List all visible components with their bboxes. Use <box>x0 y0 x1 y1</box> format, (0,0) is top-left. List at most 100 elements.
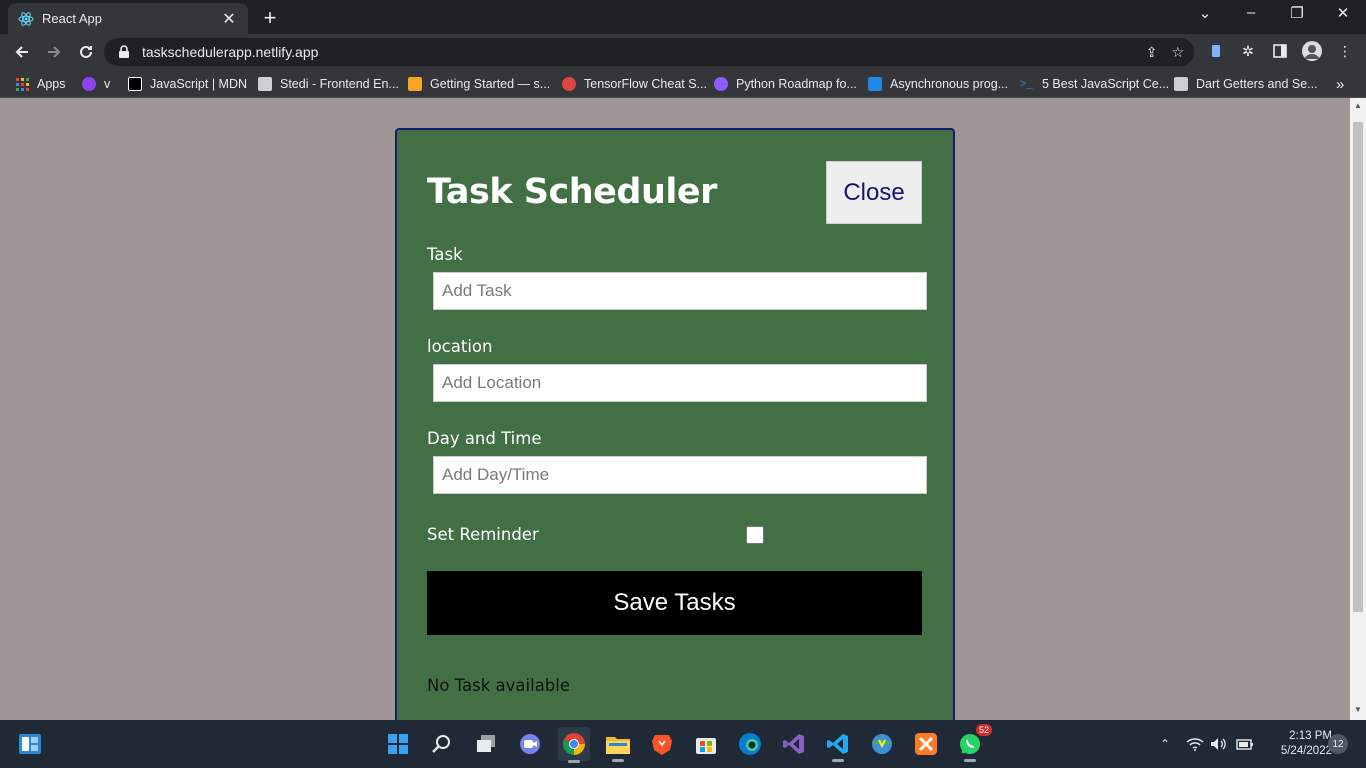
minimize-icon[interactable]: – <box>1236 4 1266 21</box>
teams-chat-icon[interactable] <box>516 730 544 758</box>
bookmark-label: Asynchronous prog... <box>890 77 1009 91</box>
scroll-thumb[interactable] <box>1353 122 1363 612</box>
tab-search-icon[interactable]: ⌄ <box>1190 4 1220 22</box>
bookmark-label: Dart Getters and Se... <box>1196 77 1318 91</box>
task-form-container: Task Scheduler Close Task Add Task locat… <box>395 128 955 720</box>
close-tab-icon[interactable]: ✕ <box>220 9 238 29</box>
xampp-icon[interactable] <box>912 730 940 758</box>
reload-icon[interactable] <box>74 40 98 64</box>
notification-count-badge[interactable]: 12 <box>1328 734 1348 754</box>
show-hidden-icons[interactable]: ⌃ <box>1160 720 1170 768</box>
address-bar[interactable]: taskschedulerapp.netlify.app ⇪ ☆ <box>104 38 1194 66</box>
more-bookmarks-icon[interactable]: » <box>1336 76 1344 93</box>
bookmark-favicon-icon <box>714 77 728 91</box>
window-close-icon[interactable]: ✕ <box>1328 4 1358 22</box>
brave-icon[interactable] <box>648 730 676 758</box>
task-input[interactable]: Add Task <box>433 272 927 310</box>
bookmark-label: Python Roadmap fo... <box>736 77 857 91</box>
pen-icon <box>258 77 272 91</box>
bookmark-async[interactable]: Asynchronous prog... <box>868 76 1008 92</box>
close-button[interactable]: Close <box>826 161 922 224</box>
new-tab-icon[interactable]: + <box>258 5 282 31</box>
task-view-icon[interactable] <box>472 730 500 758</box>
tab-react-app[interactable]: React App ✕ <box>8 3 248 34</box>
file-explorer-icon[interactable] <box>604 730 632 762</box>
forward-icon[interactable] <box>42 40 66 64</box>
page-scrollbar[interactable]: ▲ ▼ <box>1350 98 1366 720</box>
bookmark-js-certs[interactable]: >_ 5 Best JavaScript Ce... <box>1020 76 1169 92</box>
task-label: Task <box>427 245 463 264</box>
whatsapp-icon[interactable]: 52 <box>956 724 992 762</box>
bookmark-v[interactable]: v <box>82 76 110 92</box>
tab-title: React App <box>42 11 102 26</box>
browser-tab-strip: React App ✕ + ⌄ – ❐ ✕ <box>0 0 1366 34</box>
bookmarks-bar: Apps v JavaScript | MDN Stedi - Frontend… <box>0 70 1366 98</box>
lock-icon <box>118 45 132 59</box>
search-icon[interactable] <box>428 730 456 758</box>
bookmark-favicon-icon <box>1174 77 1188 91</box>
battery-icon[interactable] <box>1236 720 1254 768</box>
bookmark-apps[interactable]: Apps <box>16 76 66 92</box>
page-title: Task Scheduler <box>427 172 717 212</box>
edge-icon[interactable] <box>736 730 764 758</box>
bookmark-label: v <box>104 77 111 91</box>
browser-toolbar: taskschedulerapp.netlify.app ⇪ ☆ ✲ ⋮ <box>0 34 1366 70</box>
running-indicator <box>612 759 624 762</box>
scroll-up-icon[interactable]: ▲ <box>1353 102 1363 110</box>
url-text: taskschedulerapp.netlify.app <box>142 44 319 60</box>
bookmark-python-roadmap[interactable]: Python Roadmap fo... <box>714 76 857 92</box>
empty-tasks-message: No Task available <box>427 676 571 695</box>
whatsapp-unread-badge: 52 <box>975 724 992 736</box>
page-viewport: Task Scheduler Close Task Add Task locat… <box>0 98 1350 720</box>
day-time-input[interactable]: Add Day/Time <box>433 456 927 494</box>
bookmark-label: Apps <box>37 77 66 91</box>
active-indicator <box>568 760 580 763</box>
bookmark-favicon-icon <box>408 77 422 91</box>
chrome-icon[interactable] <box>558 727 590 763</box>
widgets-icon[interactable] <box>16 730 44 758</box>
bookmark-label: TensorFlow Cheat S... <box>584 77 707 91</box>
bookmark-label: Stedi - Frontend En... <box>280 77 399 91</box>
bookmark-favicon-icon <box>868 77 882 91</box>
back-icon[interactable] <box>10 40 34 64</box>
apps-grid-icon <box>16 77 29 91</box>
bookmark-label: JavaScript | MDN <box>150 77 248 91</box>
location-input[interactable]: Add Location <box>433 364 927 402</box>
visual-studio-icon[interactable] <box>780 730 808 758</box>
clock-time: 2:13 PM <box>1289 730 1332 742</box>
system-clock[interactable]: 2:13 PM 5/24/2022 <box>1262 729 1332 759</box>
volume-icon[interactable] <box>1210 720 1228 768</box>
day-time-label: Day and Time <box>427 429 542 448</box>
running-indicator <box>832 759 844 762</box>
extensions-puzzle-icon[interactable]: ✲ <box>1237 40 1259 62</box>
wifi-icon[interactable] <box>1186 720 1204 768</box>
share-icon[interactable]: ⇪ <box>1146 44 1158 61</box>
reminder-label: Set Reminder <box>427 525 539 544</box>
internet-download-manager-icon[interactable] <box>868 730 896 758</box>
bookmark-label: Getting Started — s... <box>430 77 551 91</box>
bookmark-dart[interactable]: Dart Getters and Se... <box>1174 76 1318 92</box>
side-panel-icon[interactable] <box>1269 40 1291 62</box>
vscode-icon[interactable] <box>824 730 852 762</box>
bookmark-stedi[interactable]: Stedi - Frontend En... <box>258 76 399 92</box>
bookmark-star-icon[interactable]: ☆ <box>1171 44 1184 61</box>
start-windows-icon[interactable] <box>384 730 412 758</box>
scroll-down-icon[interactable]: ▼ <box>1353 706 1363 714</box>
bookmark-getting-started[interactable]: Getting Started — s... <box>408 76 550 92</box>
bookmark-label: 5 Best JavaScript Ce... <box>1042 77 1170 91</box>
restore-icon[interactable]: ❐ <box>1282 4 1312 22</box>
microsoft-store-icon[interactable] <box>692 730 720 758</box>
clock-date: 5/24/2022 <box>1280 745 1332 757</box>
terminal-icon: >_ <box>1020 78 1033 90</box>
profile-avatar[interactable] <box>1301 40 1323 62</box>
bookmark-tensorflow[interactable]: TensorFlow Cheat S... <box>562 76 707 92</box>
bookmark-mdn[interactable]: JavaScript | MDN <box>128 76 247 92</box>
extension-docs-icon[interactable] <box>1205 40 1227 62</box>
bookmark-favicon-icon <box>562 77 576 91</box>
mdn-icon <box>128 77 142 91</box>
location-label: location <box>427 337 493 356</box>
menu-kebab-icon[interactable]: ⋮ <box>1334 40 1356 62</box>
save-tasks-button[interactable]: Save Tasks <box>427 571 922 635</box>
windows-taskbar: 52 ⌃ 2:13 PM 5/24/2022 12 <box>0 720 1366 768</box>
reminder-checkbox[interactable] <box>746 526 764 544</box>
